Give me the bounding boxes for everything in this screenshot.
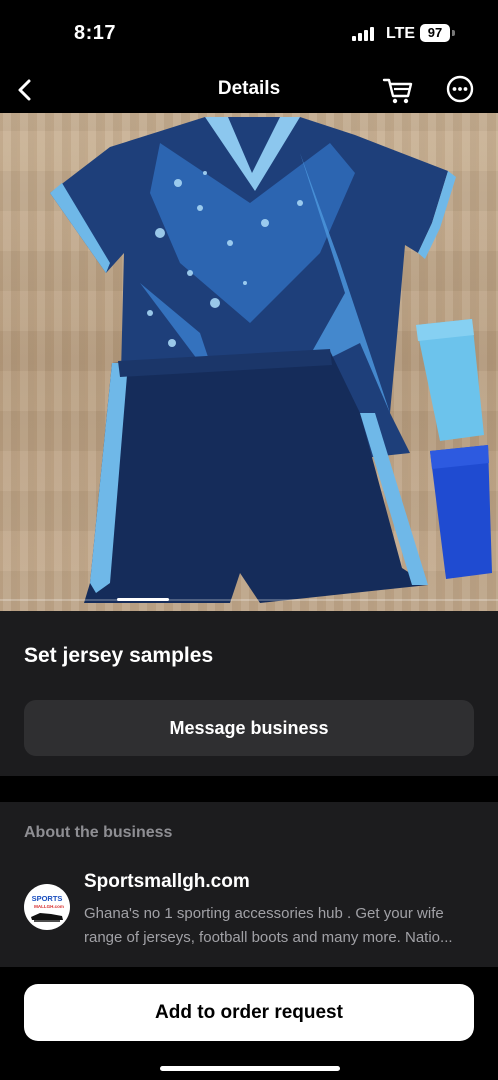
- network-label: LTE: [386, 25, 416, 42]
- add-to-order-request-button[interactable]: Add to order request: [24, 984, 474, 1041]
- cart-icon[interactable]: [380, 72, 416, 108]
- more-options-icon[interactable]: [444, 73, 476, 105]
- business-description-line: range of jerseys, football boots and man…: [84, 929, 453, 946]
- business-name[interactable]: Sportsmallgh.com: [84, 871, 250, 893]
- business-description: Ghana's no 1 sporting accessories hub . …: [84, 902, 476, 950]
- logo-subtext: MALLGH.com: [34, 904, 64, 909]
- product-title: Set jersey samples: [24, 644, 214, 667]
- logo-text: SPORTS: [32, 894, 63, 903]
- business-logo[interactable]: SPORTS MALLGH.com: [24, 884, 70, 930]
- battery-icon: 97: [420, 24, 450, 42]
- product-image[interactable]: [0, 113, 498, 611]
- carousel-track: [0, 599, 498, 601]
- about-heading: About the business: [24, 824, 173, 841]
- nav-bar: Details: [0, 68, 498, 112]
- jersey-set-illustration: [50, 117, 492, 603]
- battery-tip: [452, 30, 455, 36]
- signal-strength-icon: [352, 27, 374, 41]
- home-indicator: [160, 1066, 340, 1071]
- status-time: 8:17: [74, 22, 117, 44]
- business-description-line: Ghana's no 1 sporting accessories hub . …: [84, 905, 444, 922]
- message-business-button[interactable]: Message business: [24, 700, 474, 756]
- about-business-card: About the business SPORTS MALLGH.com Spo…: [0, 802, 498, 967]
- carousel-indicator: [117, 598, 169, 601]
- status-bar: 8:17 LTE 97: [0, 0, 498, 68]
- product-details-card: Set jersey samples Message business: [0, 611, 498, 776]
- page-title: Details: [217, 78, 281, 99]
- bottom-action-bar: Add to order request: [0, 967, 498, 1080]
- business-logo-graphic: SPORTS MALLGH.com: [31, 894, 64, 922]
